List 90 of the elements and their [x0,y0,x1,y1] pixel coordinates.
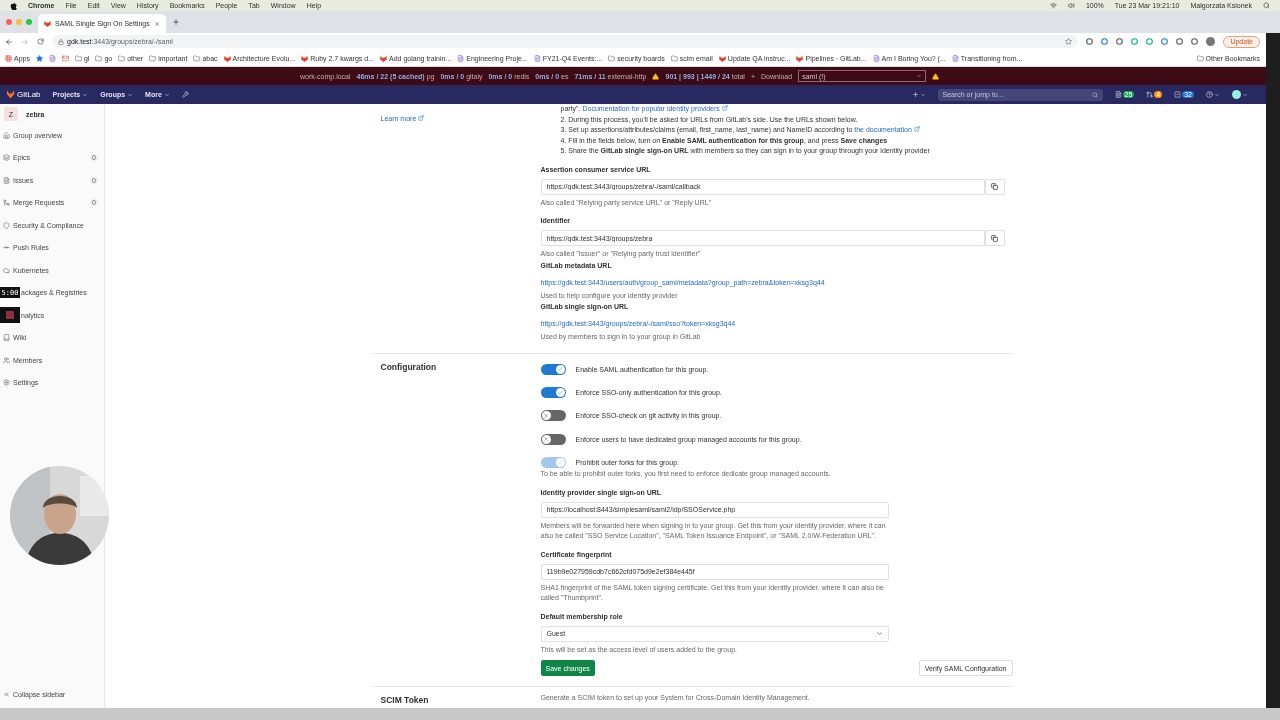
external-link-icon [721,105,728,111]
folder-icon [74,54,82,62]
warning-icon [932,72,940,80]
caret-icon [1242,91,1248,98]
users-icon [3,356,10,364]
caret-icon [82,91,89,98]
apps-icon [5,54,12,62]
bookmark[interactable] [35,54,43,62]
fox-icon [718,54,726,62]
new-menu[interactable] [911,91,926,98]
lock-icon [58,38,64,45]
section-title: SCIM Token [380,695,430,706]
help-icon [1206,91,1213,98]
book-icon [3,334,10,342]
copy-button[interactable] [984,230,1005,246]
close-window-icon[interactable] [6,19,12,25]
search-icon[interactable] [1263,2,1270,9]
external-link-icon [913,126,920,132]
copy-icon [991,234,998,242]
external-link-icon [418,115,425,121]
stop-recording-button[interactable] [0,307,20,324]
star-icon[interactable] [1065,38,1073,45]
section-title: Configuration [380,361,438,372]
folder-icon [1196,54,1204,62]
check-icon [557,459,563,466]
check-icon [557,366,563,373]
page-icon [48,54,56,62]
page-icon [533,54,541,62]
merge-icon [3,199,10,207]
caret-icon [875,630,883,638]
star-icon [35,54,43,62]
wrench-icon[interactable] [181,91,189,98]
folder-icon [670,54,678,62]
folder-icon [608,54,616,62]
caret-icon [916,73,923,79]
layers-icon [3,154,10,162]
help-menu[interactable] [1206,91,1220,98]
new-tab-icon[interactable] [171,18,180,26]
reload-icon[interactable] [37,38,44,45]
commit-icon [3,244,10,252]
caret-icon [127,91,134,98]
cross-icon [543,412,549,419]
cross-icon [543,436,549,443]
warning-icon [652,72,660,80]
folder-icon [193,54,201,62]
merge-request-icon [1146,91,1154,98]
fox-icon [301,54,309,62]
user-avatar [1232,90,1241,99]
home-icon [3,131,10,139]
close-icon[interactable] [153,20,160,27]
check-icon [557,389,563,396]
toggle-switch[interactable] [540,363,566,375]
profile-avatar[interactable] [1206,37,1216,46]
fox-icon [796,54,804,62]
fox-icon [6,90,15,99]
caret-icon [919,91,926,98]
page-icon [457,54,465,62]
cloud-icon [3,266,10,274]
toggle-switch[interactable] [540,410,566,422]
fox-icon [44,20,51,27]
bookmark[interactable] [61,54,69,62]
folder-icon [95,54,103,62]
user-menu[interactable] [1232,90,1248,99]
toggle-switch[interactable] [540,433,566,445]
back-icon[interactable] [5,37,13,46]
search-icon [1091,91,1098,98]
apple-icon[interactable] [10,1,17,10]
document-icon [3,176,10,184]
folder-icon [149,54,157,62]
caret-icon [1214,91,1220,98]
page-icon [951,54,959,62]
toggle-switch[interactable] [540,387,566,399]
collapse-icon [3,691,10,698]
volume-icon[interactable] [1067,2,1075,9]
fox-icon [223,54,231,62]
copy-icon [991,183,998,190]
settings-icon [3,379,10,387]
document-icon [1114,91,1122,98]
shield-icon [3,221,10,229]
page-icon [872,54,880,62]
mail-icon [61,54,69,62]
wifi-icon[interactable] [1049,2,1057,9]
bookmark[interactable] [48,54,56,62]
fox-icon [380,54,387,62]
folder-icon [118,54,126,62]
caret-icon [163,91,170,98]
copy-button[interactable] [984,178,1005,195]
todo-icon [1174,91,1182,98]
plus-icon [911,91,919,98]
gitlab-logo[interactable]: GitLab [6,90,41,99]
